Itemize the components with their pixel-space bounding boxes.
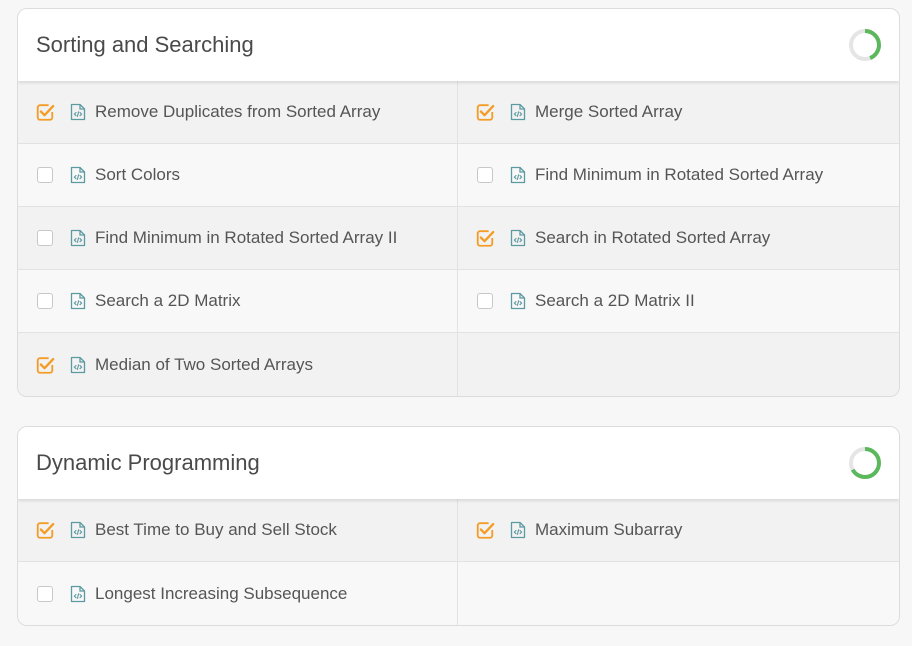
problem-grid: Best Time to Buy and Sell Stock Maximum S… <box>18 499 899 625</box>
problem-title[interactable]: Search a 2D Matrix <box>95 291 241 311</box>
problem-title[interactable]: Search a 2D Matrix II <box>535 291 695 311</box>
checkbox-checked-icon[interactable] <box>475 520 495 540</box>
problem-title[interactable]: Median of Two Sorted Arrays <box>95 355 313 375</box>
problem-title[interactable]: Find Minimum in Rotated Sorted Array II <box>95 228 397 248</box>
code-file-icon <box>510 103 526 121</box>
code-file-icon <box>70 166 86 184</box>
section-title: Sorting and Searching <box>36 32 254 57</box>
problem-item[interactable]: Search a 2D Matrix <box>18 270 458 333</box>
problem-item[interactable]: Sort Colors <box>18 144 458 207</box>
problem-title[interactable]: Sort Colors <box>95 165 180 185</box>
section-card: Dynamic Programming Best Time to Buy and … <box>17 426 900 626</box>
problem-item[interactable]: Maximum Subarray <box>458 499 899 562</box>
section-title: Dynamic Programming <box>36 450 260 475</box>
code-file-icon <box>510 166 526 184</box>
problem-item[interactable]: Search a 2D Matrix II <box>458 270 899 333</box>
problem-title[interactable]: Search in Rotated Sorted Array <box>535 228 770 248</box>
empty-cell <box>458 333 899 396</box>
section-card: Sorting and Searching Remove Duplicates f… <box>17 8 900 397</box>
code-file-icon <box>70 229 86 247</box>
code-file-icon <box>70 585 86 603</box>
problem-item[interactable]: Best Time to Buy and Sell Stock <box>18 499 458 562</box>
checkbox-unchecked-icon[interactable] <box>475 165 495 185</box>
code-file-icon <box>510 521 526 539</box>
code-file-icon <box>70 103 86 121</box>
problem-item[interactable]: Remove Duplicates from Sorted Array <box>18 81 458 144</box>
checkbox-unchecked-icon[interactable] <box>35 584 55 604</box>
progress-ring-icon <box>847 27 883 63</box>
checkbox-unchecked-icon[interactable] <box>475 291 495 311</box>
checkbox-checked-icon[interactable] <box>35 520 55 540</box>
problem-title[interactable]: Merge Sorted Array <box>535 102 682 122</box>
code-file-icon <box>510 229 526 247</box>
checkbox-checked-icon[interactable] <box>35 102 55 122</box>
empty-cell <box>458 562 899 625</box>
checkbox-unchecked-icon[interactable] <box>35 165 55 185</box>
code-file-icon <box>70 292 86 310</box>
section-header[interactable]: Sorting and Searching <box>18 9 899 81</box>
problem-title[interactable]: Best Time to Buy and Sell Stock <box>95 520 337 540</box>
problem-title[interactable]: Longest Increasing Subsequence <box>95 584 347 604</box>
checkbox-checked-icon[interactable] <box>35 355 55 375</box>
problem-title[interactable]: Maximum Subarray <box>535 520 682 540</box>
code-file-icon <box>70 521 86 539</box>
section-header[interactable]: Dynamic Programming <box>18 427 899 499</box>
problem-item[interactable]: Find Minimum in Rotated Sorted Array <box>458 144 899 207</box>
problem-item[interactable]: Find Minimum in Rotated Sorted Array II <box>18 207 458 270</box>
checkbox-checked-icon[interactable] <box>475 228 495 248</box>
code-file-icon <box>70 356 86 374</box>
problem-grid: Remove Duplicates from Sorted Array Merge… <box>18 81 899 396</box>
problem-item[interactable]: Search in Rotated Sorted Array <box>458 207 899 270</box>
checkbox-unchecked-icon[interactable] <box>35 291 55 311</box>
code-file-icon <box>510 292 526 310</box>
problem-title[interactable]: Find Minimum in Rotated Sorted Array <box>535 165 823 185</box>
problem-item[interactable]: Longest Increasing Subsequence <box>18 562 458 625</box>
problem-item[interactable]: Merge Sorted Array <box>458 81 899 144</box>
problem-title[interactable]: Remove Duplicates from Sorted Array <box>95 102 380 122</box>
checkbox-unchecked-icon[interactable] <box>35 228 55 248</box>
problem-item[interactable]: Median of Two Sorted Arrays <box>18 333 458 396</box>
progress-ring-icon <box>847 445 883 481</box>
checkbox-checked-icon[interactable] <box>475 102 495 122</box>
